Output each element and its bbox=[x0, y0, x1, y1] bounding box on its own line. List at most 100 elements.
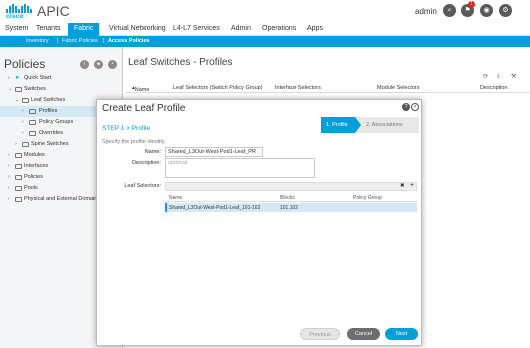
cancel-button[interactable]: Cancel bbox=[347, 328, 380, 340]
create-leaf-profile-dialog: Create Leaf Profile ? × STEP 1 > Profile… bbox=[96, 99, 422, 346]
tree-label: Modules bbox=[24, 152, 45, 158]
chevron-right-icon: › bbox=[8, 185, 10, 191]
leaf-selectors-header: Name Blocks Policy Group bbox=[165, 193, 417, 202]
user-menu[interactable]: admin bbox=[415, 7, 437, 16]
tree-label: Policies bbox=[24, 174, 43, 180]
tag-icon[interactable]: ◈ bbox=[94, 60, 103, 69]
description-field[interactable]: optional bbox=[165, 158, 315, 178]
tree-item-switches[interactable]: ⌄ Switches bbox=[0, 84, 123, 95]
tree-label: Quick Start bbox=[24, 75, 52, 81]
leaf-selectors-toolbar: ✖ + bbox=[165, 182, 417, 191]
tools-icon[interactable]: ⚒ bbox=[511, 73, 516, 80]
col-blocks: Blocks bbox=[280, 195, 295, 201]
folder-icon bbox=[15, 87, 22, 92]
main-nav: System Tenants Fabric Virtual Networking… bbox=[0, 23, 530, 36]
chevron-right-icon: › bbox=[8, 152, 10, 158]
nav-tenants[interactable]: Tenants bbox=[36, 25, 61, 32]
col-selector-name: Name bbox=[169, 195, 183, 201]
download-icon[interactable]: ⤓ bbox=[497, 73, 500, 80]
tree-label: Pools bbox=[24, 185, 38, 191]
subnav-inventory[interactable]: Inventory bbox=[26, 38, 49, 44]
chevron-right-icon: › bbox=[22, 119, 24, 125]
folder-icon bbox=[29, 131, 36, 136]
tree-label: Interfaces bbox=[24, 163, 49, 169]
subnav-separator: | bbox=[57, 38, 59, 44]
pin-icon[interactable]: • bbox=[108, 60, 117, 69]
settings-icon[interactable]: ⚙ bbox=[499, 4, 512, 17]
tree-label: Spine Switches bbox=[31, 141, 69, 147]
alert-count-badge: 1 bbox=[468, 1, 475, 8]
trash-icon[interactable]: ✖ bbox=[400, 183, 405, 189]
profiles-table-header: ▴ Name Leaf Selectors (Switch Policy Gro… bbox=[125, 83, 530, 93]
column-label: Name bbox=[134, 87, 150, 93]
table-row[interactable]: Shared_L3Out-West-Pod1-Leaf_101-102 101,… bbox=[165, 203, 417, 212]
col-name[interactable]: ▴ Name bbox=[132, 85, 149, 93]
row-marker bbox=[165, 203, 167, 212]
previous-button[interactable]: Previous bbox=[300, 328, 340, 340]
folder-icon bbox=[29, 120, 36, 125]
tree-label: Profiles bbox=[39, 108, 58, 114]
tree-item-quick-start[interactable]: › ➤ Quick Start bbox=[0, 73, 123, 84]
folder-icon bbox=[15, 186, 22, 191]
nav-admin[interactable]: Admin bbox=[231, 25, 251, 32]
search-icon[interactable]: ⌕ bbox=[443, 4, 456, 17]
col-module-selectors[interactable]: Module Selectors bbox=[377, 85, 420, 91]
cisco-logo: cisco bbox=[6, 4, 34, 20]
chevron-down-icon: ⌄ bbox=[15, 97, 20, 103]
chevron-right-icon: › bbox=[8, 163, 10, 169]
tree-label: Leaf Switches bbox=[31, 97, 66, 103]
chevron-right-icon: › bbox=[8, 75, 10, 81]
folder-icon bbox=[22, 142, 29, 147]
folder-icon bbox=[15, 197, 22, 202]
top-bar: cisco APIC admin ⌕ ⚑ 1 ◉ ⚙ bbox=[0, 0, 530, 23]
selector-name: Shared_L3Out-West-Pod1-Leaf_101-102 bbox=[169, 205, 261, 211]
step-description: Specify the profile identity bbox=[102, 139, 165, 145]
tree-label: Policy Groups bbox=[39, 119, 74, 125]
wizard-step-profile: 1. Profile bbox=[321, 117, 355, 133]
info-icon[interactable]: i bbox=[80, 60, 89, 69]
name-field[interactable]: Shared_L3Out-West-Pod1-Leaf_PR bbox=[165, 147, 263, 157]
col-description[interactable]: Description bbox=[480, 85, 508, 91]
wizard-arrow bbox=[355, 117, 361, 133]
tree-label: Physical and External Domains bbox=[24, 196, 101, 202]
name-label: Name: bbox=[144, 149, 161, 155]
quick-start-icon: ➤ bbox=[15, 75, 20, 81]
nav-l4-l7-services[interactable]: L4-L7 Services bbox=[173, 25, 220, 32]
status-icon[interactable]: ◉ bbox=[480, 4, 493, 17]
add-icon[interactable]: + bbox=[410, 182, 414, 189]
nav-apps[interactable]: Apps bbox=[307, 25, 323, 32]
close-icon[interactable]: × bbox=[411, 103, 419, 111]
chevron-right-icon: › bbox=[22, 130, 24, 136]
nav-fabric[interactable]: Fabric bbox=[68, 23, 100, 36]
col-interface-selectors[interactable]: Interface Selectors bbox=[275, 85, 321, 91]
tree-label: Switches bbox=[24, 86, 47, 92]
next-button[interactable]: Next bbox=[385, 328, 418, 340]
selector-blocks: 101,102 bbox=[280, 205, 299, 211]
chevron-down-icon: ⌄ bbox=[8, 86, 13, 92]
tree-label: Overrides bbox=[39, 130, 63, 136]
nav-system[interactable]: System bbox=[5, 25, 28, 32]
nav-virtual-networking[interactable]: Virtual Networking bbox=[109, 25, 166, 32]
subnav-access-policies[interactable]: Access Policies bbox=[108, 38, 150, 44]
page-title: Leaf Switches - Profiles bbox=[128, 57, 233, 68]
sub-nav: Inventory | Fabric Policies | Access Pol… bbox=[0, 36, 530, 47]
dialog-title: Create Leaf Profile bbox=[102, 103, 186, 114]
leaf-selectors-label: Leaf Selectors: bbox=[124, 183, 161, 189]
step-label: STEP 1 > Profile bbox=[102, 125, 151, 132]
subnav-fabric-policies[interactable]: Fabric Policies bbox=[62, 38, 98, 44]
chevron-right-icon: › bbox=[22, 108, 24, 114]
folder-icon bbox=[15, 164, 22, 169]
nav-operations[interactable]: Operations bbox=[262, 25, 296, 32]
folder-icon bbox=[29, 109, 36, 114]
col-policy-group: Policy Group bbox=[353, 195, 382, 201]
folder-icon bbox=[22, 98, 29, 103]
folder-icon bbox=[15, 153, 22, 158]
wizard-step-associations: 2. Associations bbox=[366, 122, 403, 128]
refresh-icon[interactable]: ⟳ bbox=[483, 73, 488, 80]
chevron-right-icon: › bbox=[8, 174, 10, 180]
chevron-right-icon: › bbox=[15, 141, 17, 147]
help-icon[interactable]: ? bbox=[402, 103, 410, 111]
description-label: Description: bbox=[131, 160, 161, 166]
col-leaf-selectors[interactable]: Leaf Selectors (Switch Policy Group) bbox=[173, 85, 263, 91]
app-title: APIC bbox=[37, 3, 70, 19]
